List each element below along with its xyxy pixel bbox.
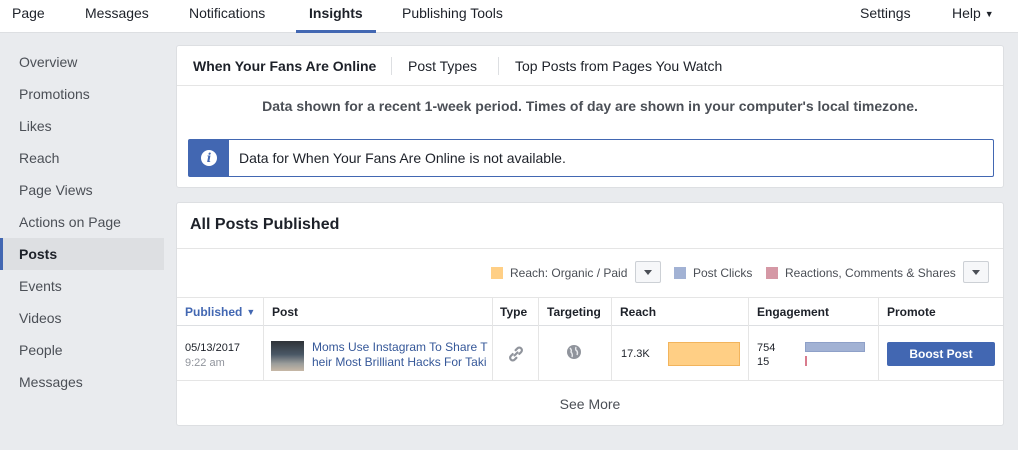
chevron-down-icon <box>644 270 652 275</box>
nav-settings[interactable]: Settings <box>860 0 911 33</box>
post-title-line-2: heir Most Brilliant Hacks For Taki <box>312 355 487 369</box>
reactions-value: 15 <box>757 356 770 368</box>
tab-post-types[interactable]: Post Types <box>408 46 477 86</box>
post-clicks-bar <box>805 342 865 352</box>
table-row: 05/13/2017 9:22 am Moms Use Instagram To… <box>177 326 1003 381</box>
sort-caret-icon: ▼ <box>246 307 256 317</box>
post-date: 05/13/2017 <box>185 342 241 354</box>
column-published[interactable]: Published ▼ <box>185 298 255 326</box>
sidebar: Overview Promotions Likes Reach Page Vie… <box>0 46 164 398</box>
nav-messages[interactable]: Messages <box>85 0 149 33</box>
nav-page[interactable]: Page <box>12 0 45 33</box>
sidebar-item-actions-on-page[interactable]: Actions on Page <box>0 206 164 238</box>
info-icon: i <box>201 150 217 166</box>
post-clicks-value: 754 <box>757 342 776 354</box>
column-targeting: Targeting <box>547 305 601 319</box>
sidebar-item-likes[interactable]: Likes <box>0 110 164 142</box>
top-nav: Page Messages Notifications Insights Pub… <box>0 0 1018 33</box>
boost-post-button[interactable]: Boost Post <box>887 342 995 366</box>
sidebar-item-overview[interactable]: Overview <box>0 46 164 78</box>
legend-swatch-reactions <box>766 267 778 279</box>
column-published-label: Published <box>185 305 243 319</box>
fans-subtabs: When Your Fans Are Online Post Types Top… <box>177 46 1003 86</box>
column-reach: Reach <box>620 305 657 319</box>
engagement-metric-dropdown[interactable] <box>963 261 989 283</box>
nav-insights[interactable]: Insights <box>296 0 376 33</box>
posts-table-header: Published ▼ Post Type Targeting Reach Eng… <box>177 297 1003 326</box>
sidebar-item-reach[interactable]: Reach <box>0 142 164 174</box>
post-time: 9:22 am <box>185 357 225 369</box>
legend-swatch-reach <box>491 267 503 279</box>
sidebar-item-events[interactable]: Events <box>0 270 164 302</box>
column-type: Type <box>500 305 528 319</box>
reach-value: 17.3K <box>621 348 650 360</box>
not-available-notice: i Data for When Your Fans Are Online is … <box>188 139 994 177</box>
all-posts-panel: All Posts Published Reach: Organic / Pai… <box>176 202 1004 426</box>
legend-reach: Reach: Organic / Paid <box>491 265 627 281</box>
reach-metric-dropdown[interactable] <box>635 261 661 283</box>
tab-divider <box>391 57 392 75</box>
reactions-bar <box>805 356 807 366</box>
tab-top-posts-pages-you-watch[interactable]: Top Posts from Pages You Watch <box>515 46 722 86</box>
nav-help-label: Help <box>952 5 981 21</box>
reach-bar <box>668 342 740 366</box>
nav-help[interactable]: Help ▼ <box>952 0 994 33</box>
post-title-link[interactable]: Moms Use Instagram To Share T heir Most … <box>312 340 488 370</box>
link-icon <box>509 346 523 362</box>
see-more-button[interactable]: See More <box>177 382 1003 426</box>
column-post: Post <box>272 305 299 319</box>
sidebar-item-messages[interactable]: Messages <box>0 366 164 398</box>
globe-icon <box>567 345 581 359</box>
timezone-info-text: Data shown for a recent 1-week period. T… <box>262 98 918 114</box>
fans-online-panel: When Your Fans Are Online Post Types Top… <box>176 45 1004 188</box>
column-engagement: Engagement <box>757 305 830 319</box>
legend-swatch-post-clicks <box>674 267 686 279</box>
legend-reactions: Reactions, Comments & Shares <box>766 265 956 281</box>
divider <box>177 248 1003 249</box>
post-thumbnail[interactable] <box>271 341 304 371</box>
chevron-down-icon <box>972 270 980 275</box>
legend-post-clicks: Post Clicks <box>674 265 752 281</box>
column-promote: Promote <box>887 305 936 319</box>
sidebar-item-page-views[interactable]: Page Views <box>0 174 164 206</box>
legend-label-reach: Reach: Organic / Paid <box>510 266 628 280</box>
sidebar-item-videos[interactable]: Videos <box>0 302 164 334</box>
notice-icon-box: i <box>189 140 229 176</box>
caret-down-icon: ▼ <box>984 9 994 19</box>
tab-when-fans-online[interactable]: When Your Fans Are Online <box>193 46 376 86</box>
legend-label-post-clicks: Post Clicks <box>693 266 753 280</box>
sidebar-item-promotions[interactable]: Promotions <box>0 78 164 110</box>
post-title-line-1: Moms Use Instagram To Share T <box>312 340 488 354</box>
nav-notifications[interactable]: Notifications <box>189 0 265 33</box>
panel-title: All Posts Published <box>190 216 340 233</box>
tab-divider <box>498 57 499 75</box>
nav-publishing-tools[interactable]: Publishing Tools <box>402 0 503 33</box>
legend-label-reactions: Reactions, Comments & Shares <box>785 266 956 280</box>
sidebar-item-posts[interactable]: Posts <box>0 238 164 270</box>
sidebar-item-people[interactable]: People <box>0 334 164 366</box>
notice-text: Data for When Your Fans Are Online is no… <box>239 150 566 166</box>
